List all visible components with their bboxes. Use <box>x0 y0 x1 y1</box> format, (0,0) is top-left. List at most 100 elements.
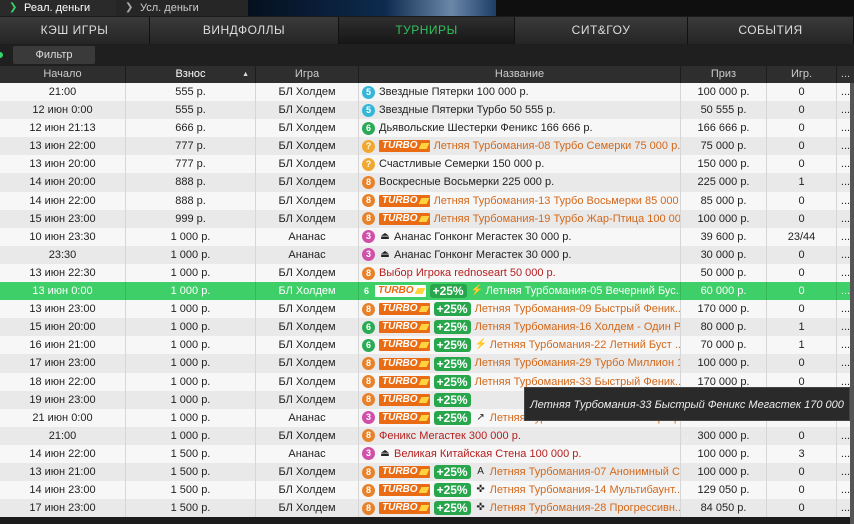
real-money-tab[interactable]: ❯ Реал. деньги <box>0 0 116 16</box>
tournament-type-badge: 8 <box>362 501 375 515</box>
players-count: 0 <box>767 101 837 120</box>
feature-icon: A <box>477 466 484 478</box>
tournament-row[interactable]: 13 июн 21:00 1 500 р. БЛ Холдем 8 TURBO +25% A… <box>0 462 854 482</box>
bonus-badge: +25% <box>433 374 471 389</box>
feature-icon: ✜ <box>476 502 485 514</box>
column-header-game[interactable]: Игра <box>256 66 359 83</box>
players-count: 0 <box>767 263 837 283</box>
play-money-tab[interactable]: ❯ Усл. деньги <box>116 0 250 16</box>
start-time: 14 июн 23:00 <box>0 481 126 500</box>
feature-icon: ⏏ <box>380 447 390 459</box>
tab-cash-games[interactable]: КЭШ ИГРЫ <box>0 17 150 44</box>
game-type: БЛ Холдем <box>256 300 359 319</box>
tab-sit-and-go[interactable]: СИТ&ГОУ <box>515 17 688 44</box>
start-time: 17 июн 23:00 <box>0 499 126 518</box>
tournament-row[interactable]: 12 июн 21:13 666 р. БЛ Холдем 6 Дьявольские … <box>0 119 854 138</box>
tournament-type-badge: 3 <box>362 411 375 425</box>
prize: 85 000 р. <box>681 191 767 210</box>
tournament-type-badge: 8 <box>362 212 375 226</box>
name-cell: 8 TURBO +25% Летняя Турбомания-09 Быстрый Ф… <box>359 300 681 319</box>
start-time: 21:00 <box>0 83 126 102</box>
turbo-icon: TURBO <box>379 393 430 406</box>
buy-in: 1 000 р. <box>126 318 256 337</box>
tournament-row[interactable]: 12 июн 0:00 555 р. БЛ Холдем 5 Звездные Пяте… <box>0 101 854 120</box>
turbo-icon: TURBO <box>379 212 430 225</box>
players-count: 0 <box>767 155 837 174</box>
tournament-row[interactable]: 21:00 555 р. БЛ Холдем 5 Звездные Пятерки 10… <box>0 83 854 102</box>
column-header-prize[interactable]: Приз <box>681 66 767 83</box>
tournament-row[interactable]: 14 июн 23:00 1 500 р. БЛ Холдем 8 TURBO +25% ✜… <box>0 481 854 500</box>
tournament-row[interactable]: 10 июн 23:30 1 000 р. Ананас 3 ⏏ Ананас Гонко… <box>0 227 854 246</box>
filter-button[interactable]: Фильтр <box>13 46 95 64</box>
tournament-list: 21:00 555 р. БЛ Холдем 5 Звездные Пятерки 10… <box>0 83 854 518</box>
tournament-type-badge: 6 <box>363 285 369 296</box>
game-type: БЛ Холдем <box>256 155 359 174</box>
tournament-type-badge: 5 <box>362 103 375 117</box>
name-cell: 5 Звездные Пятерки Турбо 50 555 р. <box>359 101 681 120</box>
tournament-row[interactable]: 13 июн 22:00 777 р. БЛ Холдем? TURBO Летняя … <box>0 137 854 156</box>
prize: 100 000 р. <box>681 83 767 102</box>
tournament-row[interactable]: 17 июн 23:00 1 000 р. БЛ Холдем 8 TURBO +25% Л… <box>0 354 854 373</box>
tournament-row[interactable]: 16 июн 21:00 1 000 р. БЛ Холдем 6 TURBO +25% ⚡… <box>0 336 854 355</box>
name-cell: 8 Воскресные Восьмерки 225 000 р. <box>359 173 681 192</box>
tournament-row[interactable]: 13 июн 0:00 1 000 р. БЛ Холдем 6 TURBO +25% ⚡ Л… <box>0 282 854 301</box>
game-type: БЛ Холдем <box>256 336 359 355</box>
buy-in: 1 000 р. <box>126 426 256 445</box>
start-time: 21 июн 0:00 <box>0 408 126 427</box>
bonus-badge: +25% <box>433 501 471 516</box>
tournament-row[interactable]: 17 июн 23:00 1 500 р. БЛ Холдем 8 TURBO +25% ✜… <box>0 499 854 518</box>
name-cell: 6 TURBO +25% Летняя Турбомания-16 Холдем - … <box>359 318 681 337</box>
tournament-row[interactable]: 23:30 1 000 р. Ананас 3 ⏏ Ананас Гонконг Мега… <box>0 245 854 264</box>
turbo-icon: TURBO <box>379 484 430 497</box>
play-money-label: Усл. деньги <box>140 2 199 14</box>
filter-indicator-icon <box>0 52 3 58</box>
tournament-row[interactable]: 13 июн 23:00 1 000 р. БЛ Холдем 8 TURBO +25% Л… <box>0 300 854 319</box>
tournament-row[interactable]: 14 июн 20:00 888 р. БЛ Холдем 8 Воскресные В… <box>0 173 854 192</box>
buy-in: 555 р. <box>126 83 256 102</box>
tournament-row[interactable]: 15 июн 20:00 1 000 р. БЛ Холдем 6 TURBO +25% Л… <box>0 318 854 337</box>
feature-icon: ⚡ <box>470 285 484 297</box>
players-count: 0 <box>767 119 837 138</box>
start-time: 21:00 <box>0 426 126 445</box>
tournament-row[interactable]: 14 июн 22:00 1 500 р. Ананас 3 ⏏ Великая Кита… <box>0 444 854 463</box>
prize: 100 000 р. <box>681 354 767 373</box>
column-header-more[interactable]: ... <box>837 66 854 83</box>
tab-events[interactable]: СОБЫТИЯ <box>688 17 854 44</box>
prize: 170 000 р. <box>681 300 767 319</box>
column-header-name[interactable]: Название <box>359 66 681 83</box>
tournament-name: Летняя Турбомания-09 Быстрый Феник... <box>474 303 681 316</box>
tournament-row[interactable]: 13 июн 22:30 1 000 р. БЛ Холдем 8 Выбор Игро… <box>0 263 854 283</box>
column-header-fee[interactable]: Взнос ▲ <box>126 66 256 83</box>
start-time: 23:30 <box>0 245 126 264</box>
start-time: 14 июн 20:00 <box>0 173 126 192</box>
tournament-row[interactable]: 14 июн 22:00 888 р. БЛ Холдем 8 TURBO Летняя … <box>0 191 854 210</box>
tournament-type-badge: 6 <box>362 338 375 352</box>
vertical-scrollbar[interactable] <box>850 83 854 524</box>
tournament-name: Летняя Турбомания-19 Турбо Жар-Птица 100… <box>433 212 681 225</box>
prize: 129 050 р. <box>681 481 767 500</box>
buy-in: 888 р. <box>126 191 256 210</box>
tournament-type-badge: 3 <box>362 447 375 461</box>
tournament-row[interactable]: 15 июн 23:00 999 р. БЛ Холдем 8 TURBO Летняя … <box>0 209 854 228</box>
tournament-name: Летняя Турбомания-28 Прогрессивн... <box>489 502 681 515</box>
column-header-players[interactable]: Игр. <box>767 66 837 83</box>
start-time: 10 июн 23:30 <box>0 227 126 246</box>
column-header-start[interactable]: Начало <box>0 66 126 83</box>
game-type: БЛ Холдем <box>256 191 359 210</box>
start-time: 12 июн 0:00 <box>0 101 126 120</box>
game-type: БЛ Холдем <box>256 318 359 337</box>
prize: 50 555 р. <box>681 101 767 120</box>
tab-windfalls[interactable]: ВИНДФОЛЛЫ <box>150 17 339 44</box>
prize: 30 000 р. <box>681 245 767 264</box>
tournament-row[interactable]: 13 июн 20:00 777 р. БЛ Холдем? Счастливые С… <box>0 155 854 174</box>
tab-tournaments[interactable]: ТУРНИРЫ <box>339 17 515 44</box>
promo-banner[interactable] <box>248 0 496 16</box>
buy-in: 777 р. <box>126 155 256 174</box>
players-count: 1 <box>767 336 837 355</box>
turbo-icon: TURBO <box>379 303 430 316</box>
prize: 39 600 р. <box>681 227 767 246</box>
game-type: БЛ Холдем <box>256 354 359 373</box>
tournament-row[interactable]: 21:00 1 000 р. БЛ Холдем 8 Феникс Мегастек 3… <box>0 426 854 445</box>
tournament-type-badge: ? <box>362 139 375 153</box>
players-count: 23/44 <box>767 227 837 246</box>
